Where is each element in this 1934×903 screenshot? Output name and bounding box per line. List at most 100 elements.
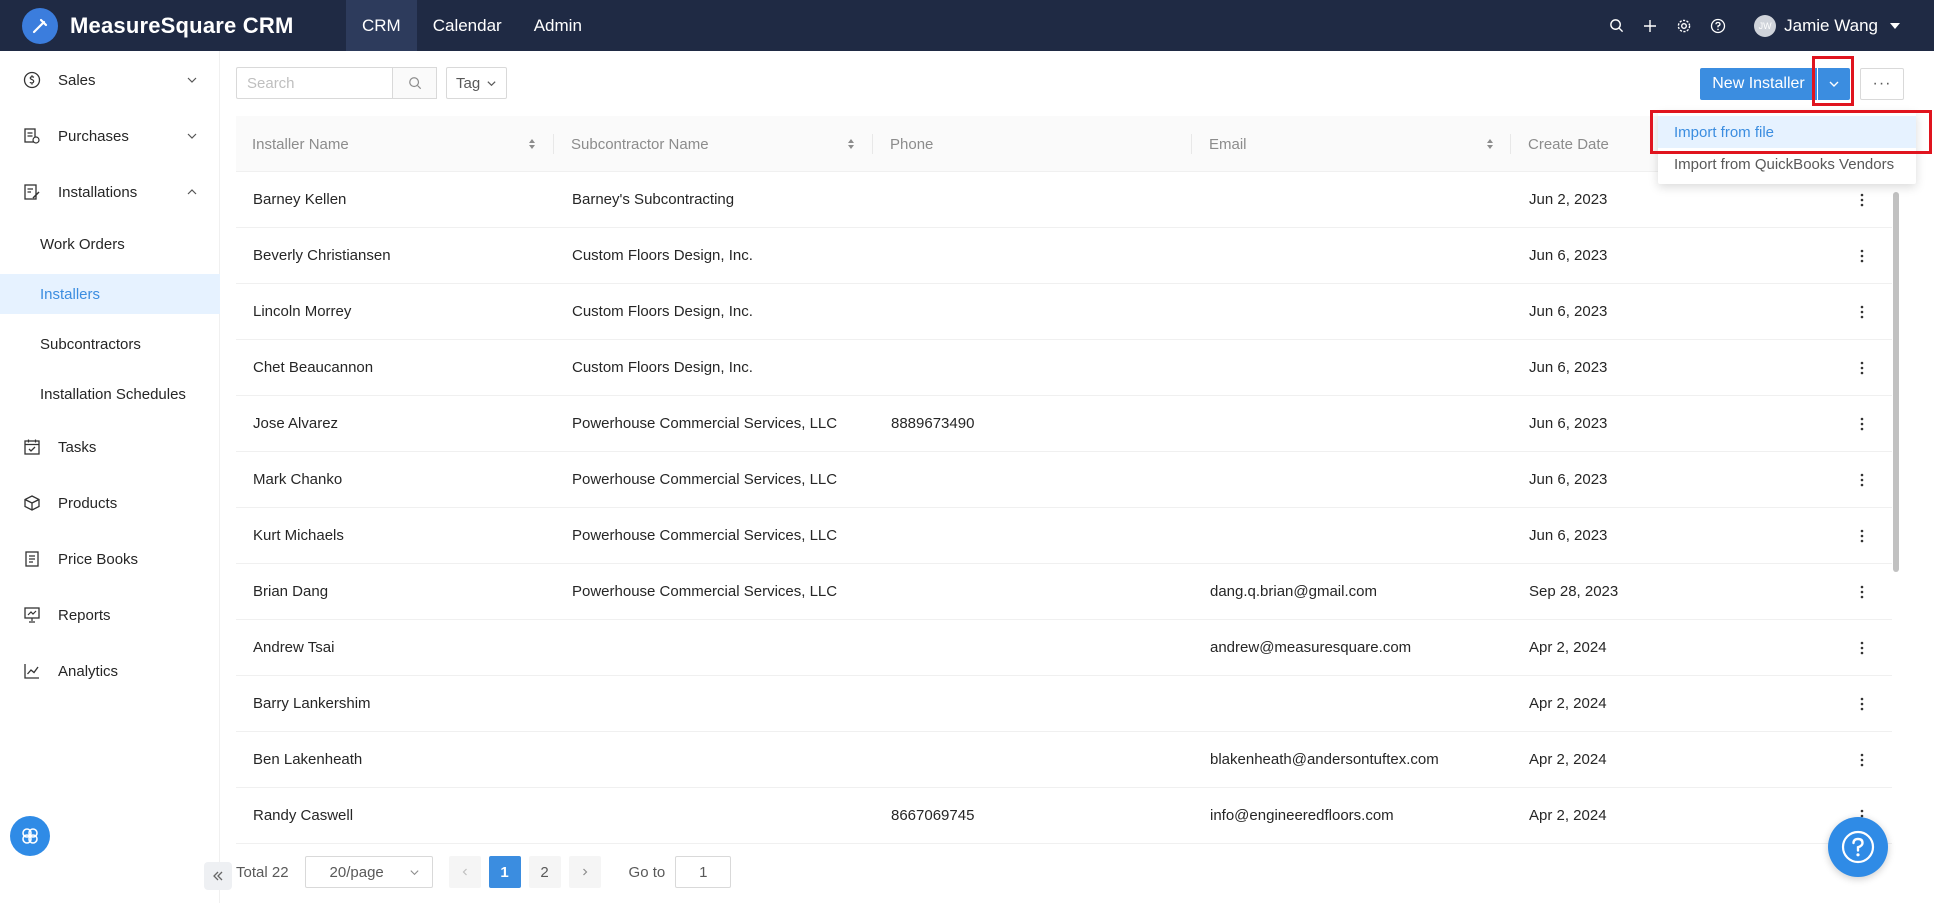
table-scrollbar[interactable]: [1893, 192, 1899, 572]
plus-icon[interactable]: [1642, 18, 1658, 34]
highlight-outline: [1650, 110, 1932, 154]
cell-create-date: Jun 6, 2023: [1529, 527, 1608, 544]
sidebar-item-installation-schedules[interactable]: Installation Schedules: [0, 374, 220, 414]
row-actions-icon[interactable]: [1854, 640, 1870, 656]
chevron-down-icon: [187, 133, 197, 139]
topnav-crm[interactable]: CRM: [346, 0, 417, 51]
row-actions-icon[interactable]: [1854, 248, 1870, 264]
search-input[interactable]: [236, 67, 392, 99]
app-logo[interactable]: MeasureSquare CRM: [0, 0, 346, 51]
cell-installer-name: Lincoln Morrey: [253, 303, 352, 320]
sort-icon[interactable]: [1486, 138, 1494, 150]
sort-icon[interactable]: [528, 138, 536, 150]
sidebar-item-price-books[interactable]: Price Books: [0, 539, 220, 579]
cell-create-date: Jun 6, 2023: [1529, 471, 1608, 488]
new-installer-button[interactable]: New Installer: [1700, 68, 1817, 100]
table-row[interactable]: Barry Lankershim Apr 2, 2024: [236, 676, 1892, 732]
gear-icon[interactable]: [1676, 18, 1692, 34]
cell-create-date: Jun 6, 2023: [1529, 415, 1608, 432]
cell-create-date: Apr 2, 2024: [1529, 639, 1607, 656]
column-header-subcontractor-name[interactable]: Subcontractor Name: [571, 116, 709, 172]
analytics-icon: [22, 661, 42, 681]
table-row[interactable]: Mark Chanko Powerhouse Commercial Service…: [236, 452, 1892, 508]
logo-icon: [22, 7, 58, 44]
table-row[interactable]: Lincoln Morrey Custom Floors Design, Inc.…: [236, 284, 1892, 340]
cell-create-date: Jun 2, 2023: [1529, 191, 1608, 208]
tag-filter-button[interactable]: Tag: [446, 67, 508, 99]
more-actions-button[interactable]: ···: [1860, 68, 1904, 100]
sidebar-item-label: Reports: [58, 606, 111, 624]
sidebar-item-label: Installations: [58, 183, 138, 201]
dollar-icon: [22, 70, 42, 90]
table-row[interactable]: Kurt Michaels Powerhouse Commercial Servi…: [236, 508, 1892, 564]
user-name: Jamie Wang: [1784, 15, 1878, 35]
topnav-calendar[interactable]: Calendar: [417, 0, 518, 51]
prev-page-button[interactable]: [448, 856, 481, 888]
cell-installer-name: Brian Dang: [253, 583, 329, 600]
sidebar-item-subcontractors[interactable]: Subcontractors: [0, 324, 220, 364]
collapse-sidebar-button[interactable]: [204, 862, 232, 890]
search-icon[interactable]: [1608, 18, 1624, 34]
sidebar-item-installations[interactable]: Installations: [0, 172, 220, 212]
column-header-phone[interactable]: Phone: [890, 116, 933, 172]
cell-installer-name: Barry Lankershim: [253, 695, 371, 712]
assistant-bubble-icon[interactable]: [10, 816, 50, 856]
page-size-select[interactable]: 20/page: [304, 856, 433, 888]
sidebar-item-label: Installers: [40, 285, 101, 303]
app-title: MeasureSquare CRM: [70, 12, 294, 38]
cell-installer-name: Mark Chanko: [253, 471, 343, 488]
cell-email: andrew@measuresquare.com: [1210, 639, 1412, 656]
user-menu[interactable]: JW Jamie Wang: [1754, 14, 1900, 37]
table-row[interactable]: Ben Lakenheath blakenheath@andersontuftex…: [236, 732, 1892, 788]
row-actions-icon[interactable]: [1854, 528, 1870, 544]
cell-installer-name: Andrew Tsai: [253, 639, 335, 656]
row-actions-icon[interactable]: [1854, 752, 1870, 768]
cell-installer-name: Jose Alvarez: [253, 415, 339, 432]
cell-create-date: Apr 2, 2024: [1529, 695, 1607, 712]
table-row[interactable]: Brian Dang Powerhouse Commercial Services…: [236, 564, 1892, 620]
help-icon[interactable]: [1828, 817, 1888, 877]
row-actions-icon[interactable]: [1854, 416, 1870, 432]
row-actions-icon[interactable]: [1854, 304, 1870, 320]
sidebar-item-analytics[interactable]: Analytics: [0, 651, 220, 691]
search-button[interactable]: [392, 67, 437, 99]
table-row[interactable]: Randy Caswell 8667069745 info@engineeredfl…: [236, 788, 1892, 844]
table-row[interactable]: Beverly Christiansen Custom Floors Design…: [236, 228, 1892, 284]
column-header-installer-name[interactable]: Installer Name: [252, 116, 349, 172]
sidebar-item-sales[interactable]: Sales: [0, 60, 220, 100]
column-header-email[interactable]: Email: [1209, 116, 1247, 172]
sidebar-item-reports[interactable]: Reports: [0, 595, 220, 635]
sidebar-item-label: Products: [58, 494, 118, 512]
sidebar-item-label: Sales: [58, 71, 96, 89]
sidebar-item-tasks[interactable]: Tasks: [0, 427, 220, 467]
row-actions-icon[interactable]: [1854, 584, 1870, 600]
search-icon: [408, 77, 421, 90]
row-actions-icon[interactable]: [1854, 696, 1870, 712]
row-actions-icon[interactable]: [1854, 192, 1870, 208]
row-actions-icon[interactable]: [1854, 360, 1870, 376]
sidebar-item-products[interactable]: Products: [0, 483, 220, 523]
sidebar-item-purchases[interactable]: Purchases: [0, 116, 220, 156]
topnav-admin[interactable]: Admin: [518, 0, 598, 51]
tag-filter-label: Tag: [456, 74, 481, 92]
column-header-create-date[interactable]: Create Date: [1528, 116, 1609, 172]
sidebar-item-work-orders[interactable]: Work Orders: [0, 224, 220, 264]
next-page-button[interactable]: [568, 856, 601, 888]
cell-subcontractor-name: Barney's Subcontracting: [572, 191, 735, 208]
sidebar-item-label: Tasks: [58, 438, 97, 456]
table-row[interactable]: Andrew Tsai andrew@measuresquare.com Apr 2…: [236, 620, 1892, 676]
help-icon[interactable]: [1710, 18, 1726, 34]
cell-create-date: Jun 6, 2023: [1529, 247, 1608, 264]
sort-icon[interactable]: [847, 138, 855, 150]
table-row[interactable]: Jose Alvarez Powerhouse Commercial Servic…: [236, 396, 1892, 452]
sidebar-item-installers[interactable]: Installers: [0, 274, 220, 314]
page-button-2[interactable]: 2: [528, 856, 561, 888]
row-actions-icon[interactable]: [1854, 472, 1870, 488]
table-row[interactable]: Barney Kellen Barney's Subcontracting Jun …: [236, 172, 1892, 228]
cell-create-date: Sep 28, 2023: [1529, 583, 1619, 600]
cell-subcontractor-name: Custom Floors Design, Inc.: [572, 359, 753, 376]
goto-page-input[interactable]: [675, 856, 732, 888]
page-button-1[interactable]: 1: [488, 856, 521, 888]
sidebar-item-label: Purchases: [58, 127, 129, 145]
table-row[interactable]: Chet Beaucannon Custom Floors Design, Inc…: [236, 340, 1892, 396]
